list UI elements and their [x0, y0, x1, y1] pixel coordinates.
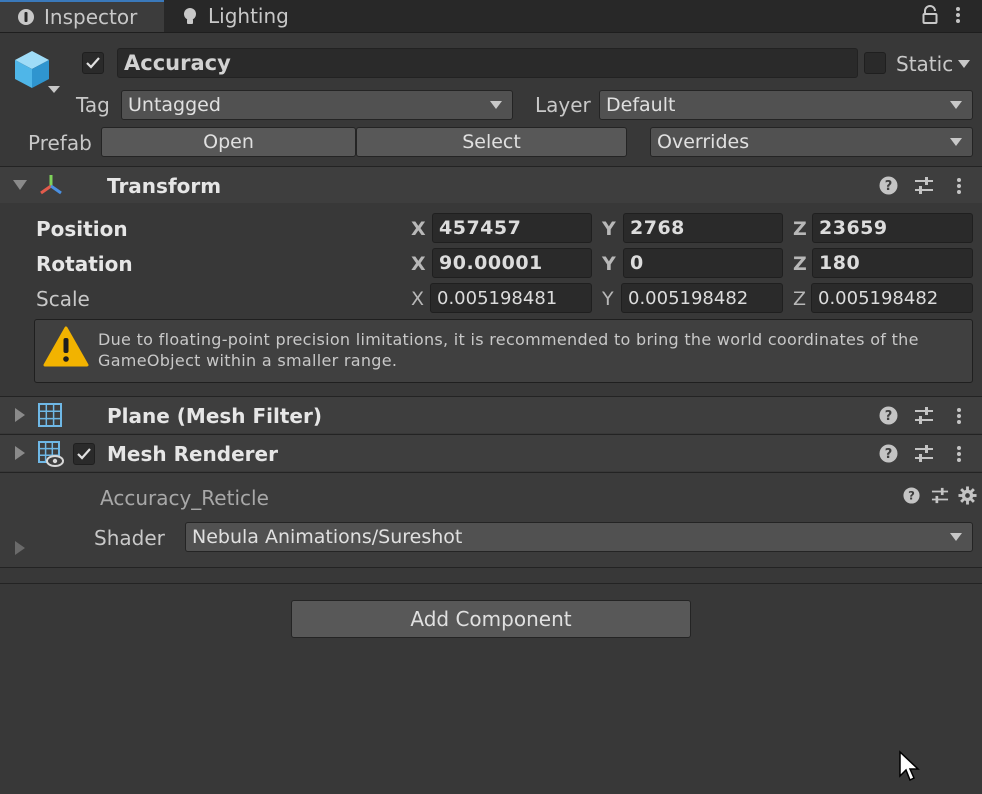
chevron-down-icon [950, 533, 962, 541]
mesh-renderer-enabled-checkbox[interactable] [73, 443, 95, 465]
mouse-cursor-icon [899, 750, 920, 782]
tab-lighting-label: Lighting [208, 4, 289, 28]
presets-icon[interactable] [914, 406, 934, 425]
axis-y-label[interactable]: Y [602, 288, 614, 310]
transform-foldout[interactable] [13, 180, 27, 190]
component-menu-icon[interactable] [957, 176, 961, 196]
position-y-field[interactable]: 2768 [623, 213, 783, 243]
rotation-z-field[interactable]: 180 [812, 248, 973, 278]
axis-x-label[interactable]: X [411, 218, 426, 240]
overrides-dropdown[interactable]: Overrides [650, 127, 973, 157]
presets-icon[interactable] [914, 176, 934, 195]
mesh-renderer-foldout[interactable] [15, 446, 25, 460]
axis-z-label[interactable]: Z [793, 253, 807, 275]
layer-dropdown[interactable]: Default [599, 90, 973, 120]
tab-inspector[interactable]: Inspector [0, 0, 164, 32]
rotation-y-field[interactable]: 0 [623, 248, 783, 278]
warning-icon [43, 326, 89, 367]
prefab-label: Prefab [28, 131, 92, 155]
presets-icon[interactable] [931, 487, 949, 504]
axis-x-label[interactable]: X [411, 253, 426, 275]
chevron-down-icon [958, 60, 971, 68]
axis-z-label[interactable]: Z [793, 218, 807, 240]
scale-x-field[interactable]: 0.005198481 [430, 283, 592, 313]
prefab-select-button[interactable]: Select [356, 127, 627, 157]
gameobject-cube-icon[interactable] [12, 48, 52, 90]
static-checkbox[interactable] [864, 52, 886, 74]
active-checkbox[interactable] [82, 52, 104, 74]
mesh-renderer-title: Mesh Renderer [107, 442, 278, 466]
component-menu-icon[interactable] [957, 406, 961, 426]
static-label: Static [896, 52, 954, 76]
chevron-down-icon [950, 101, 962, 109]
tab-inspector-label: Inspector [44, 5, 138, 29]
add-component-button[interactable]: Add Component [291, 600, 691, 638]
warning-text-line2: GameObject within a smaller range. [98, 351, 398, 370]
axis-y-label[interactable]: Y [602, 253, 616, 275]
gear-icon[interactable] [958, 486, 977, 505]
checkmark-icon [77, 448, 91, 460]
chevron-down-icon [950, 138, 962, 146]
help-icon[interactable]: ? [903, 487, 920, 504]
svg-text:?: ? [885, 179, 893, 194]
scale-z-field[interactable]: 0.005198482 [811, 283, 973, 313]
help-icon[interactable]: ? [879, 176, 898, 195]
transform-icon [40, 175, 62, 195]
object-name-field[interactable]: Accuracy [117, 48, 858, 78]
scale-y-field[interactable]: 0.005198482 [621, 283, 783, 313]
rotation-x-field[interactable]: 90.00001 [432, 248, 592, 278]
axis-y-label[interactable]: Y [602, 218, 616, 240]
prefab-open-button[interactable]: Open [101, 127, 356, 157]
svg-text:?: ? [885, 409, 893, 424]
mesh-filter-title: Plane (Mesh Filter) [107, 404, 322, 428]
static-dropdown[interactable]: Static [896, 51, 976, 77]
mesh-renderer-icon [38, 441, 64, 467]
mesh-filter-icon [38, 403, 62, 427]
tab-lighting[interactable]: Lighting [172, 0, 289, 32]
material-name[interactable]: Accuracy_Reticle [100, 486, 269, 510]
mesh-filter-foldout[interactable] [15, 408, 25, 422]
tag-dropdown[interactable]: Untagged [121, 90, 513, 120]
layer-label: Layer [535, 93, 591, 117]
position-z-field[interactable]: 23659 [812, 213, 973, 243]
help-icon[interactable]: ? [879, 444, 898, 463]
position-x-field[interactable]: 457457 [432, 213, 592, 243]
chevron-down-icon [490, 101, 502, 109]
presets-icon[interactable] [914, 444, 934, 463]
divider [0, 567, 982, 568]
material-foldout[interactable] [15, 541, 25, 555]
shader-dropdown[interactable]: Nebula Animations/Sureshot [185, 522, 973, 552]
transform-title: Transform [107, 174, 222, 198]
position-label: Position [36, 217, 128, 241]
help-icon[interactable]: ? [879, 406, 898, 425]
rotation-label: Rotation [36, 252, 133, 276]
checkmark-icon [86, 57, 100, 69]
axis-x-label[interactable]: X [411, 288, 424, 310]
divider [0, 583, 982, 584]
tag-label: Tag [76, 93, 110, 117]
tab-menu-icon[interactable] [956, 5, 960, 25]
icon-dropdown-caret[interactable] [48, 86, 60, 93]
svg-text:?: ? [885, 447, 893, 462]
warning-text-line1: Due to floating-point precision limitati… [98, 330, 919, 349]
scale-label: Scale [36, 287, 90, 311]
component-menu-icon[interactable] [957, 444, 961, 464]
lock-icon[interactable] [921, 5, 939, 25]
svg-text:?: ? [908, 489, 915, 503]
shader-label: Shader [94, 526, 165, 550]
axis-z-label[interactable]: Z [793, 288, 806, 310]
info-icon [18, 9, 34, 25]
bulb-icon [184, 8, 196, 24]
